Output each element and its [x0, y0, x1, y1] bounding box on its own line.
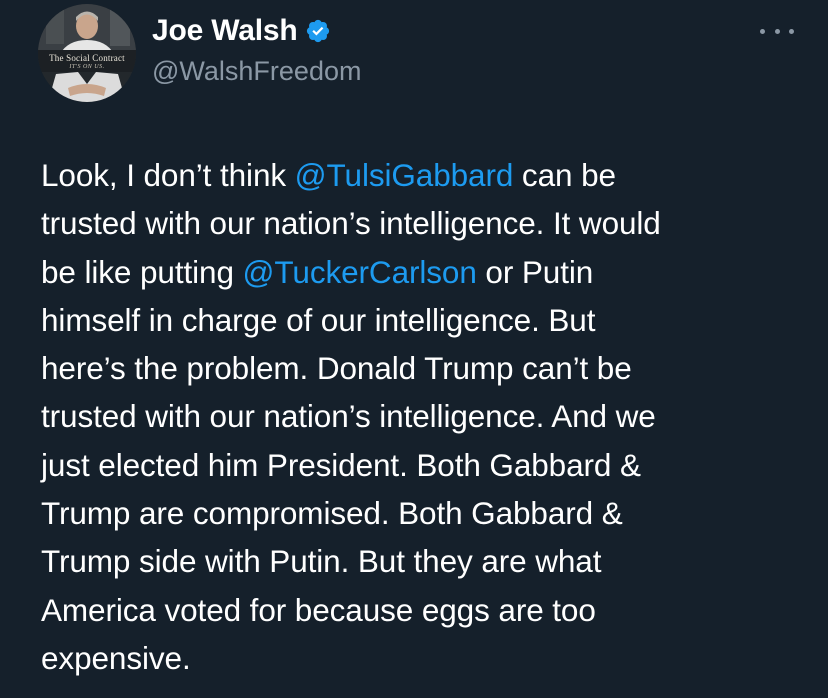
tweet-text-segment: just elected him President. Both Gabbard…	[41, 446, 641, 483]
tweet-text-segment: here’s the problem. Donald Trump can’t b…	[41, 350, 632, 387]
mention-link[interactable]: @TulsiGabbard	[295, 157, 514, 193]
mention-link[interactable]: @TuckerCarlson	[243, 254, 477, 290]
tweet-line: Trump side with Putin. But they are what	[41, 537, 801, 585]
tweet-text-segment: America voted for because eggs are too	[41, 591, 596, 628]
avatar-title: The Social Contract	[49, 53, 125, 63]
tweet-text-segment: or Putin	[476, 253, 594, 290]
tweet-line: America voted for because eggs are too	[41, 586, 801, 634]
more-horizontal-icon-dot	[774, 28, 780, 34]
avatar[interactable]: The Social Contract IT'S ON US.	[38, 4, 136, 102]
author-name-row: Joe Walsh	[152, 12, 331, 50]
tweet-card: The Social Contract IT'S ON US. Joe Wals…	[0, 0, 828, 698]
tweet-line: Trump are compromised. Both Gabbard &	[41, 489, 801, 537]
tweet-line: expensive.	[41, 634, 801, 682]
tweet-text-segment: Trump side with Putin. But they are what	[41, 543, 602, 580]
tweet-text: Look, I don’t think @TulsiGabbard can be…	[41, 151, 801, 682]
tweet-text-segment: can be	[513, 157, 616, 193]
avatar-subtitle: IT'S ON US.	[69, 64, 105, 70]
author-display-name[interactable]: Joe Walsh	[152, 14, 298, 48]
author-handle[interactable]: @WalshFreedom	[152, 56, 361, 87]
tweet-line: just elected him President. Both Gabbard…	[41, 441, 801, 489]
more-horizontal-icon-dot	[789, 28, 794, 34]
tweet-text-segment: trusted with our nation’s intelligence. …	[41, 205, 661, 242]
tweet-text-segment: himself in charge of our intelligence. B…	[41, 301, 596, 338]
tweet-line: himself in charge of our intelligence. B…	[41, 296, 801, 344]
tweet-line: here’s the problem. Donald Trump can’t b…	[41, 344, 801, 392]
tweet-line: be like putting @TuckerCarlson or Putin	[41, 248, 801, 296]
more-horizontal-icon-dot	[760, 28, 765, 34]
tweet-line: Look, I don’t think @TulsiGabbard can be	[41, 151, 801, 199]
more-options-button[interactable]	[760, 22, 794, 40]
verified-badge-icon	[305, 18, 331, 44]
tweet-text-segment: Look, I don’t think	[41, 157, 295, 193]
tweet-text-segment: trusted with our nation’s intelligence. …	[41, 398, 656, 435]
tweet-line: trusted with our nation’s intelligence. …	[41, 199, 801, 247]
tweet-line: trusted with our nation’s intelligence. …	[41, 392, 801, 440]
tweet-text-segment: be like putting	[41, 253, 243, 290]
tweet-text-segment: expensive.	[41, 639, 191, 676]
tweet-text-segment: Trump are compromised. Both Gabbard &	[41, 495, 623, 532]
